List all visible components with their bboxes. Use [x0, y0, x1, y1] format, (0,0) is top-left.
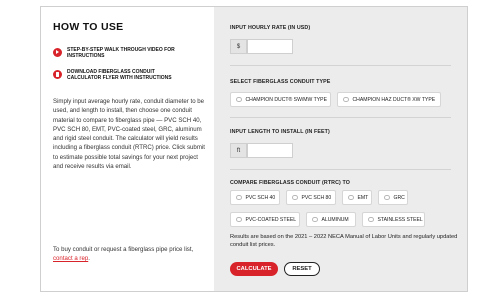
buy-conduit-suffix: . [88, 255, 90, 263]
instructions-paragraph: Simply input average hourly rate, condui… [53, 98, 205, 171]
reset-button[interactable]: RESET [284, 262, 320, 276]
calculator-frame: HOW TO USE STEP-BY-STEP WALK THROUGH VID… [40, 6, 468, 292]
compare-emt[interactable]: EMT [342, 190, 372, 205]
download-flyer-link[interactable]: DOWNLOAD FIBERGLASS CONDUIT CALCULATOR F… [53, 69, 187, 81]
download-flyer-label: DOWNLOAD FIBERGLASS CONDUIT CALCULATOR F… [67, 69, 172, 81]
buy-conduit-text: To buy conduit or request a fiberglass p… [53, 246, 194, 253]
radio-icon [368, 216, 374, 223]
compare-label: COMPARE FIBERGLASS CONDUIT (RTRC) TO [230, 180, 350, 186]
length-input[interactable] [247, 143, 293, 158]
compare-stainless-steel[interactable]: STAINLESS STEEL [362, 212, 425, 227]
conduit-type-label: SELECT FIBERGLASS CONDUIT TYPE [230, 79, 331, 85]
option-haz-xw-type[interactable]: CHAMPION HAZ DUCT® XW TYPE [337, 92, 441, 107]
option-sw-mw-type[interactable]: CHAMPION DUCT® SW/MW TYPE [230, 92, 331, 107]
play-icon [53, 48, 62, 57]
radio-icon [236, 96, 242, 103]
option-label: EMT [357, 194, 369, 201]
hourly-rate-label: INPUT HOURLY RATE (IN USD) [230, 25, 311, 31]
compare-pvc-sch-40[interactable]: PVC SCH 40 [230, 190, 280, 205]
compare-pvc-coated-steel[interactable]: PVC-COATED STEEL [230, 212, 300, 227]
divider [230, 65, 451, 66]
document-icon [53, 70, 62, 79]
buy-conduit-paragraph: To buy conduit or request a fiberglass p… [53, 245, 207, 264]
radio-icon [312, 216, 318, 223]
compare-aluminum[interactable]: ALUMINUM [306, 212, 356, 227]
currency-prefix: $ [230, 39, 247, 54]
option-label: GRC [393, 194, 405, 201]
feet-unit: ft [230, 143, 247, 158]
option-label: ALUMINUM [321, 216, 349, 223]
radio-icon [348, 194, 354, 201]
hourly-rate-input[interactable] [247, 39, 293, 54]
length-label: INPUT LENGTH TO INSTALL (IN FEET) [230, 129, 330, 135]
compare-pvc-sch-80[interactable]: PVC SCH 80 [286, 190, 336, 205]
video-walkthrough-link[interactable]: STEP-BY-STEP WALK THROUGH VIDEO FOR INST… [53, 47, 187, 59]
calculator-form: INPUT HOURLY RATE (IN USD) $ SELECT FIBE… [214, 7, 467, 291]
option-label: PVC SCH 40 [245, 194, 276, 201]
radio-icon [236, 194, 242, 201]
option-label: PVC-COATED STEEL [245, 216, 297, 223]
radio-icon [236, 216, 242, 223]
calculate-button[interactable]: CALCULATE [230, 262, 278, 276]
how-to-use-title: HOW TO USE [53, 21, 124, 33]
divider [230, 117, 451, 118]
video-walkthrough-label: STEP-BY-STEP WALK THROUGH VIDEO FOR INST… [67, 47, 175, 59]
contact-rep-link[interactable]: contact a rep [53, 255, 88, 262]
option-label: CHAMPION HAZ DUCT® XW TYPE [352, 96, 436, 103]
how-to-use-panel: HOW TO USE STEP-BY-STEP WALK THROUGH VID… [41, 7, 214, 291]
radio-icon [292, 194, 298, 201]
option-label: CHAMPION DUCT® SW/MW TYPE [245, 96, 327, 103]
option-label: STAINLESS STEEL [377, 216, 423, 223]
compare-grc[interactable]: GRC [378, 190, 408, 205]
radio-icon [343, 96, 349, 103]
option-label: PVC SCH 80 [301, 194, 332, 201]
divider [230, 169, 451, 170]
results-note: Results are based on the 2021 – 2022 NEC… [230, 234, 458, 248]
radio-icon [384, 194, 390, 201]
